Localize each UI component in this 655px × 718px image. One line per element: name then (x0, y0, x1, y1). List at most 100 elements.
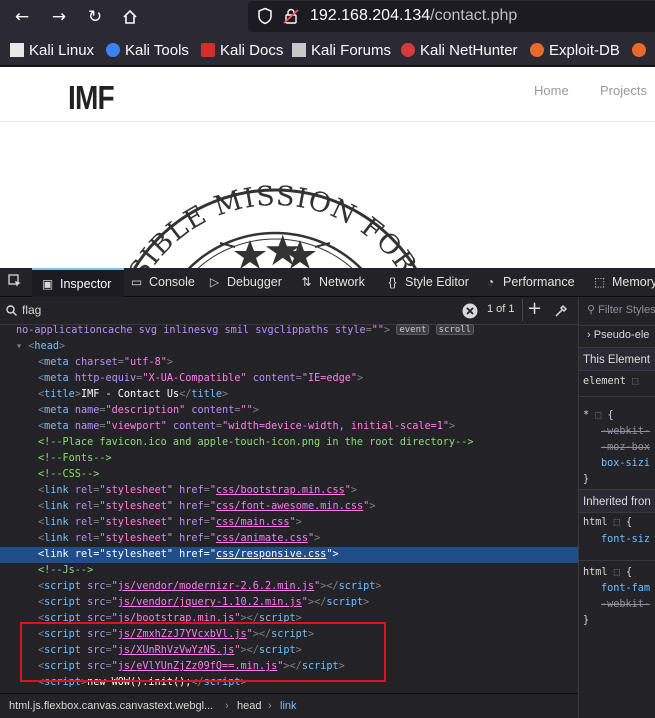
attr-value: "" (371, 325, 385, 336)
comment-text: <!--Js--> (38, 565, 94, 576)
js-dir: js/ (117, 597, 137, 608)
comment-text: <!--Fonts--> (38, 453, 112, 464)
tab-inspector[interactable]: ▣ Inspector (32, 268, 124, 297)
markup-line-html[interactable]: no-applicationcache svg inlinesvg smil s… (0, 323, 578, 339)
tab-label: Network (319, 275, 365, 289)
kali-docs-icon (201, 43, 215, 57)
event-badge[interactable]: event (396, 324, 430, 335)
back-icon[interactable]: ← (9, 5, 35, 29)
seal-text: POSSIBLE MISSION FOR (102, 185, 423, 268)
kali-tools-icon (106, 43, 120, 57)
tag-name: head (34, 341, 59, 352)
insecure-lock-icon[interactable] (282, 7, 300, 25)
css-dir: css/ (215, 517, 241, 528)
markup-line-script-jquery[interactable]: <script src="js/vendor/jquery-1.10.2.min… (0, 595, 578, 611)
clear-search-icon[interactable] (462, 303, 478, 319)
markup-line-head[interactable]: ▾ <head> (0, 339, 578, 355)
pseudo-elements-toggle[interactable]: › Pseudo-ele (587, 329, 649, 341)
tab-console[interactable]: ▭ Console (130, 268, 195, 297)
kali-forums-icon (292, 43, 306, 57)
markup-line-meta-compat[interactable]: <meta http-equiv="X-UA-Compatible" conte… (0, 371, 578, 387)
markup-line-link-main[interactable]: <link rel="stylesheet" href="css/main.cs… (0, 515, 578, 531)
markup-line-meta-viewport[interactable]: <meta name="viewport" content="width=dev… (0, 419, 578, 435)
bookmark-kali-tools[interactable]: Kali Tools (106, 42, 189, 60)
bookmark-kali-linux[interactable]: Kali Linux (10, 42, 94, 60)
tab-style-editor[interactable]: {} Style Editor (386, 268, 468, 297)
tab-performance[interactable]: ◔ Performance (484, 268, 575, 297)
bookmark-kali-nethunter[interactable]: Kali NetHunter (401, 42, 518, 60)
markup-line-link-font-awesome[interactable]: <link rel="stylesheet" href="css/font-aw… (0, 499, 578, 515)
js-file-link[interactable]: vendor/modernizr-2.6.2.min.js (136, 581, 314, 592)
html-rule[interactable]: html ⬚ { (583, 567, 632, 578)
css-file-link[interactable]: main.css (241, 517, 290, 528)
tab-network[interactable]: ⇅ Network (300, 268, 365, 297)
css-file-link[interactable]: font-awesome.min.css (241, 501, 364, 512)
css-property[interactable]: font-fam (601, 583, 650, 594)
filter-placeholder: Filter Styles (598, 304, 655, 316)
bookmark-label: Kali Docs (220, 42, 284, 59)
attr-value: "IE=edge" (301, 373, 358, 384)
url-path: /contact.php (430, 7, 518, 24)
markup-line-link-responsive-selected[interactable]: <link rel="stylesheet" href="css/respons… (0, 547, 578, 563)
red-highlight-annotation (20, 622, 386, 682)
markup-search-bar: flag 1 of 1 + (0, 297, 578, 325)
tab-memory[interactable]: ⬚ Memory (593, 268, 655, 297)
breadcrumb-link[interactable]: link (280, 700, 297, 712)
search-input[interactable]: flag (22, 303, 41, 317)
markup-line-comment-js[interactable]: <!--Js--> (0, 563, 578, 579)
scroll-badge[interactable]: scroll (435, 324, 475, 335)
this-element-header: This Element (579, 347, 655, 371)
css-property[interactable]: font-siz (601, 534, 650, 545)
bookmark-kali-docs[interactable]: Kali Docs (201, 42, 283, 60)
overridden-property: -webkit- (601, 599, 651, 610)
markup-line-link-bootstrap[interactable]: <link rel="stylesheet" href="css/bootstr… (0, 483, 578, 499)
css-file-link[interactable]: animate.css (241, 533, 308, 544)
bookmark-kali-forums[interactable]: Kali Forums (292, 42, 391, 60)
css-property[interactable]: box-sizi (601, 458, 650, 469)
markup-line-comment-css[interactable]: <!--CSS--> (0, 467, 578, 483)
nav-home-link[interactable]: Home (534, 83, 569, 98)
tab-label: Console (149, 275, 195, 289)
nav-projects-link[interactable]: Projects (600, 83, 647, 98)
js-file-link[interactable]: vendor/jquery-1.10.2.min.js (136, 597, 302, 608)
css-file-link[interactable]: responsive.css (241, 549, 327, 560)
bookmark-overflow[interactable] (632, 42, 651, 60)
css-dir: css/ (215, 501, 241, 512)
bookmark-exploit-db[interactable]: Exploit-DB (530, 42, 620, 60)
search-match-count: 1 of 1 (487, 303, 515, 315)
css-file-link[interactable]: bootstrap.min.css (241, 485, 345, 496)
breadcrumb-head[interactable]: head (237, 700, 261, 712)
markup-line-meta-description[interactable]: <meta name="description" content=""> (0, 403, 578, 419)
add-node-icon[interactable]: + (527, 298, 542, 319)
markup-line-comment-fonts[interactable]: <!--Fonts--> (0, 451, 578, 467)
memory-icon: ⬚ (593, 275, 606, 289)
universal-rule[interactable]: * ⬚ { (583, 410, 614, 421)
reload-icon[interactable]: ↻ (82, 5, 108, 29)
shield-icon[interactable] (256, 7, 274, 25)
breadcrumb-separator-icon: › (225, 700, 229, 712)
url-host: 192.168.204.134 (310, 7, 431, 24)
site-logo[interactable]: IMF (68, 79, 115, 117)
devtools-tabbar: ▣ Inspector ▭ Console ▷ Debugger ⇅ Network {… (0, 268, 655, 297)
forward-icon[interactable]: → (46, 5, 72, 29)
markup-line-comment-favicon[interactable]: <!--Place favicon.ico and apple-touch-ic… (0, 435, 578, 451)
markup-line-script-modernizr[interactable]: <script src="js/vendor/modernizr-2.6.2.m… (0, 579, 578, 595)
html-rule[interactable]: html ⬚ { (583, 517, 632, 528)
pick-element-icon[interactable] (8, 268, 28, 297)
expand-arrow-icon[interactable]: ▾ (16, 341, 28, 352)
url-bar[interactable]: 192.168.204.134/contact.php (248, 1, 655, 32)
html-class-value: no-applicationcache svg inlinesvg smil s… (16, 325, 329, 336)
breadcrumb-html[interactable]: html.js.flexbox.canvas.canvastext.webgl.… (9, 700, 213, 712)
filter-styles-input[interactable]: ⚲ Filter Styles (587, 303, 655, 316)
eyedropper-icon[interactable] (554, 304, 568, 318)
markup-line-link-animate[interactable]: <link rel="stylesheet" href="css/animate… (0, 531, 578, 547)
selector: html (583, 567, 608, 578)
css-dir: css/ (215, 485, 241, 496)
markup-line-meta-charset[interactable]: <meta charset="utf-8"> (0, 355, 578, 371)
home-icon[interactable] (117, 5, 143, 29)
bookmarks-bar: Kali Linux Kali Tools Kali Docs Kali For… (0, 34, 655, 66)
tab-debugger[interactable]: ▷ Debugger (208, 268, 282, 297)
bookmark-label: Kali Linux (29, 42, 95, 59)
element-rule[interactable]: element ⬚ (583, 376, 638, 387)
markup-line-title[interactable]: <title>IMF - Contact Us</title> (0, 387, 578, 403)
